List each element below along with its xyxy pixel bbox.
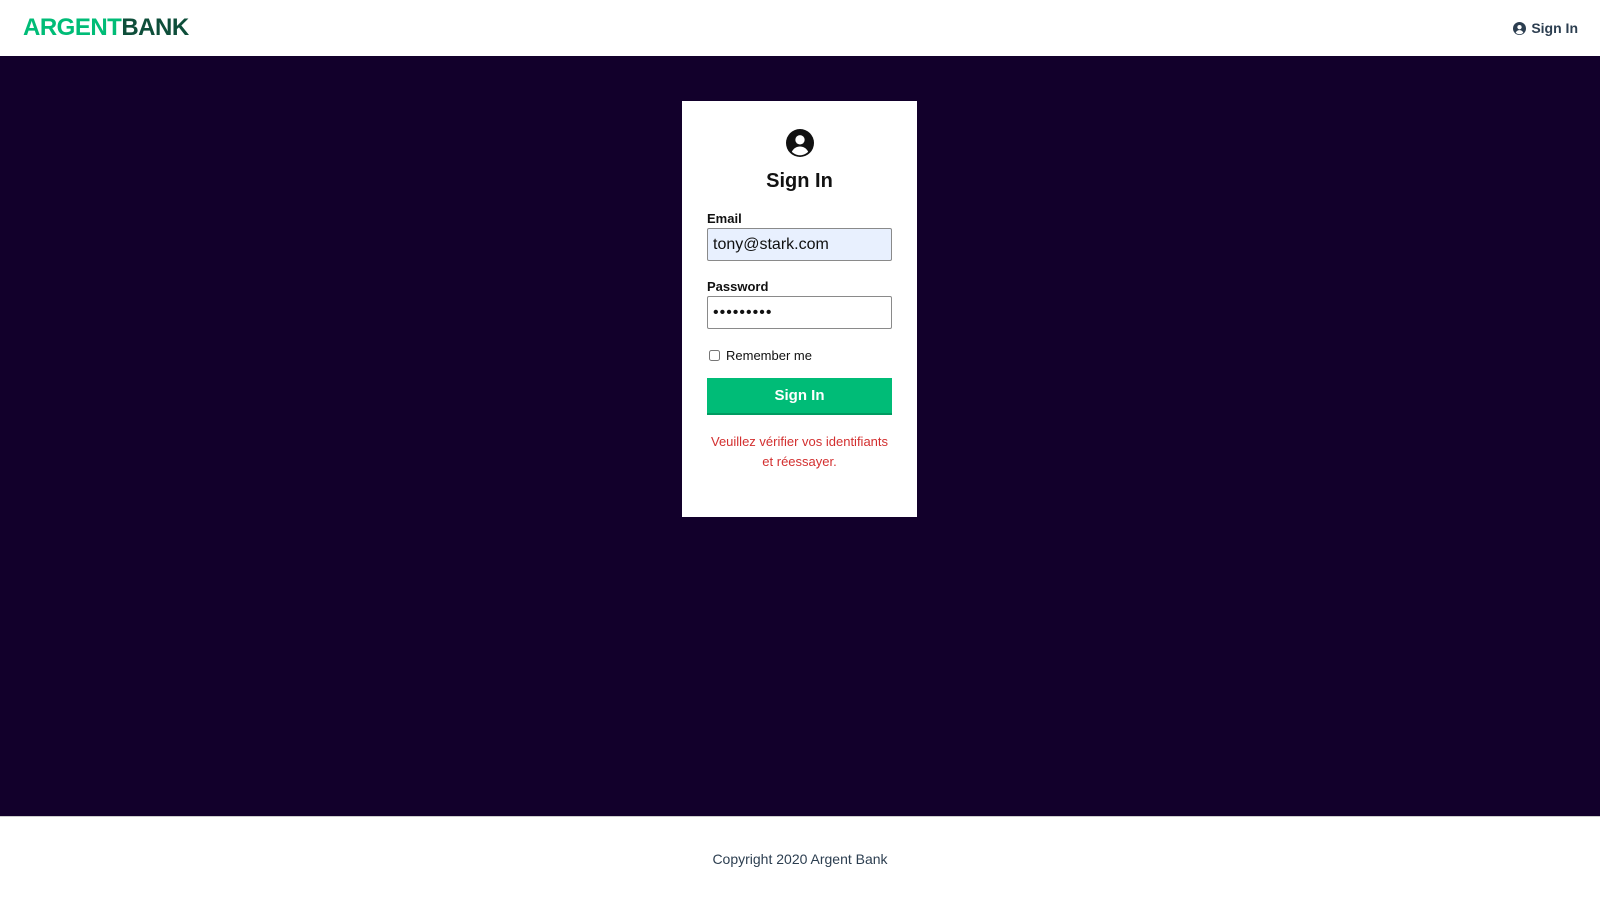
signin-title: Sign In: [766, 170, 833, 192]
logo-text-argent: ARGENT: [23, 14, 122, 41]
argent-bank-logo[interactable]: ARGENT BANK: [23, 14, 189, 42]
signin-form: Email Password Remember me Sign In: [707, 211, 892, 415]
email-group: Email: [707, 211, 892, 261]
copyright-text: Copyright 2020 Argent Bank: [712, 851, 888, 867]
email-field[interactable]: [707, 228, 892, 261]
error-message: Veuillez vérifier vos identifiants et ré…: [710, 434, 889, 469]
main-content: Sign In Email Password Remember me Sign …: [0, 56, 1600, 816]
user-circle-icon: [1513, 21, 1527, 35]
nav-signin-link[interactable]: Sign In: [1513, 20, 1578, 36]
signin-card: Sign In Email Password Remember me Sign …: [682, 101, 917, 517]
user-circle-icon: [785, 129, 814, 157]
email-label: Email: [707, 211, 742, 226]
password-label: Password: [707, 279, 769, 294]
signin-button[interactable]: Sign In: [707, 378, 892, 415]
logo-text-bank: BANK: [121, 14, 189, 41]
footer: Copyright 2020 Argent Bank: [0, 816, 1600, 900]
remember-me-checkbox[interactable]: [709, 350, 720, 361]
remember-me-row: Remember me: [709, 348, 892, 363]
top-navigation: ARGENT BANK Sign In: [0, 0, 1600, 56]
nav-signin-label: Sign In: [1531, 20, 1578, 36]
password-group: Password: [707, 279, 892, 329]
remember-me-label: Remember me: [726, 348, 812, 363]
password-field[interactable]: [707, 296, 892, 329]
